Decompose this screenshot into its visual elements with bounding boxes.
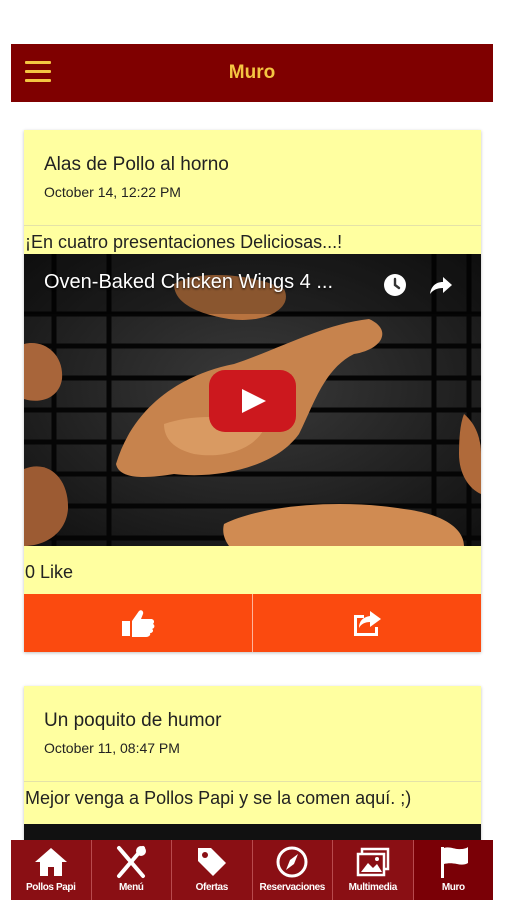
- page-title: Muro: [228, 62, 276, 83]
- post-date: October 11, 08:47 PM: [44, 740, 180, 756]
- flag-icon: [441, 847, 469, 878]
- post-text: ¡En cuatro presentaciones Deliciosas...!: [25, 232, 343, 252]
- tab-label: Pollos Papi: [25, 882, 76, 893]
- post-header: Alas de Pollo al horno October 14, 12:22…: [24, 130, 481, 226]
- bottom-tab-bar: Pollos Papi Menú Ofertas Reservaciones M…: [11, 840, 493, 900]
- post-actions: [24, 594, 481, 652]
- tab-ofertas[interactable]: Ofertas: [172, 840, 253, 900]
- gallery-icon: [356, 847, 389, 877]
- watch-later-icon[interactable]: [382, 272, 408, 298]
- tab-pollos-papi[interactable]: Pollos Papi: [11, 840, 92, 900]
- post-title: Un poquito de humor: [44, 710, 222, 731]
- app-header: Muro: [11, 44, 493, 102]
- compass-icon: [276, 846, 308, 878]
- home-icon: [34, 848, 67, 876]
- thumbs-up-icon: [122, 610, 155, 637]
- post-card: Un poquito de humor October 11, 08:47 PM…: [24, 686, 481, 840]
- tag-icon: [197, 848, 226, 876]
- tab-label: Menú: [118, 882, 144, 893]
- video-title[interactable]: Oven-Baked Chicken Wings 4 ...: [44, 271, 333, 294]
- share-arrow-icon[interactable]: [428, 272, 454, 298]
- share-button[interactable]: [252, 594, 481, 652]
- post-card: Alas de Pollo al horno October 14, 12:22…: [24, 130, 481, 652]
- tab-label: Multimedia: [348, 882, 398, 893]
- tab-reservaciones[interactable]: Reservaciones: [253, 840, 333, 900]
- post-media[interactable]: [24, 824, 481, 840]
- tab-multimedia[interactable]: Multimedia: [333, 840, 414, 900]
- play-button[interactable]: [209, 370, 296, 432]
- post-header: Un poquito de humor October 11, 08:47 PM: [24, 686, 481, 782]
- utensils-icon: [117, 846, 147, 878]
- post-date: October 14, 12:22 PM: [44, 184, 181, 200]
- youtube-video-embed[interactable]: Oven-Baked Chicken Wings 4 ...: [24, 254, 481, 546]
- post-text: Mejor venga a Pollos Papi y se la comen …: [25, 788, 412, 808]
- tab-muro[interactable]: Muro: [413, 840, 493, 900]
- share-icon: [354, 611, 381, 636]
- tab-label: Ofertas: [195, 882, 229, 893]
- tab-label: Muro: [441, 882, 465, 893]
- tab-menu[interactable]: Menú: [92, 840, 172, 900]
- post-title: Alas de Pollo al horno: [44, 154, 229, 175]
- tab-label: Reservaciones: [259, 882, 326, 893]
- like-count: 0 Like: [25, 562, 74, 582]
- wall-feed[interactable]: Alas de Pollo al horno October 14, 12:22…: [0, 102, 507, 840]
- like-button[interactable]: [24, 594, 252, 652]
